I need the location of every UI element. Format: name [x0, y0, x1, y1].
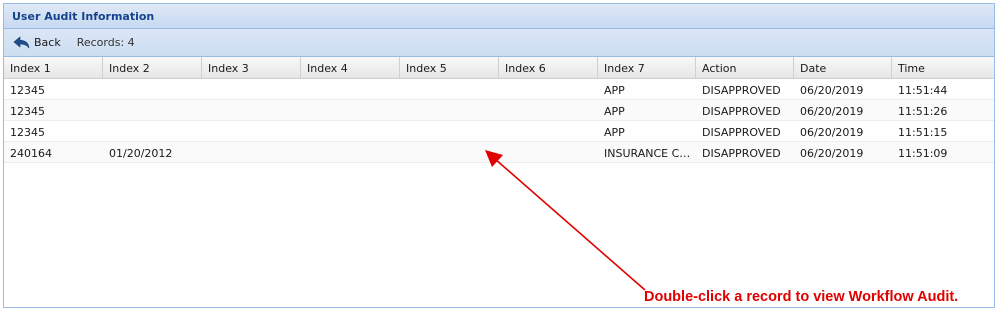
- table-cell: APP: [604, 126, 625, 139]
- table-cell: [400, 100, 499, 120]
- table-cell: [400, 121, 499, 141]
- annotation-text: Double-click a record to view Workflow A…: [644, 289, 959, 305]
- table-cell: APP: [604, 105, 625, 118]
- table-cell: [202, 79, 301, 99]
- column-header-index-2[interactable]: Index 2: [103, 57, 202, 78]
- table-cell: 12345: [10, 84, 45, 97]
- column-header-index-5[interactable]: Index 5: [400, 57, 499, 78]
- table-cell: [499, 121, 598, 141]
- table-row[interactable]: 12345 APP DISAPPROVED 06/20/2019 11:51:4…: [4, 79, 994, 100]
- table-cell: 06/20/2019: [800, 105, 864, 118]
- table-cell: APP: [604, 84, 625, 97]
- table-cell: [400, 79, 499, 99]
- grid-header: Index 1 Index 2 Index 3 Index 4 Index 5 …: [4, 57, 994, 79]
- user-audit-panel: User Audit Information Back Records: 4 I…: [3, 3, 995, 308]
- table-cell: [301, 79, 400, 99]
- table-cell: [202, 121, 301, 141]
- table-cell: [202, 142, 301, 162]
- back-button[interactable]: Back: [10, 34, 64, 51]
- toolbar: Back Records: 4: [4, 29, 994, 57]
- table-cell: 11:51:09: [898, 147, 948, 160]
- table-cell: 01/20/2012: [109, 147, 173, 160]
- column-header-time[interactable]: Time: [892, 57, 990, 78]
- table-row[interactable]: 240164 01/20/2012 INSURANCE CA... DISAPP…: [4, 142, 994, 163]
- table-cell: 06/20/2019: [800, 147, 864, 160]
- table-cell: INSURANCE CA...: [604, 147, 696, 160]
- column-header-index-1[interactable]: Index 1: [4, 57, 103, 78]
- table-cell: 11:51:26: [898, 105, 948, 118]
- table-cell: [499, 100, 598, 120]
- table-cell: [301, 100, 400, 120]
- table-cell: [103, 100, 202, 120]
- column-header-index-4[interactable]: Index 4: [301, 57, 400, 78]
- table-cell: [103, 79, 202, 99]
- column-header-date[interactable]: Date: [794, 57, 892, 78]
- back-label: Back: [34, 36, 61, 49]
- table-cell: [103, 121, 202, 141]
- table-row[interactable]: 12345 APP DISAPPROVED 06/20/2019 11:51:2…: [4, 100, 994, 121]
- back-arrow-icon: [13, 36, 30, 49]
- panel-title: User Audit Information: [4, 4, 994, 29]
- grid-body: 12345 APP DISAPPROVED 06/20/2019 11:51:4…: [4, 79, 994, 163]
- table-cell: DISAPPROVED: [702, 105, 781, 118]
- table-cell: DISAPPROVED: [702, 84, 781, 97]
- table-cell: 240164: [10, 147, 52, 160]
- table-cell: [202, 100, 301, 120]
- column-header-index-7[interactable]: Index 7: [598, 57, 696, 78]
- table-row[interactable]: 12345 APP DISAPPROVED 06/20/2019 11:51:1…: [4, 121, 994, 142]
- table-cell: DISAPPROVED: [702, 147, 781, 160]
- records-count: Records: 4: [76, 36, 135, 49]
- table-cell: 12345: [10, 105, 45, 118]
- table-cell: DISAPPROVED: [702, 126, 781, 139]
- column-header-index-6[interactable]: Index 6: [499, 57, 598, 78]
- table-cell: 06/20/2019: [800, 84, 864, 97]
- table-cell: 06/20/2019: [800, 126, 864, 139]
- table-cell: [499, 79, 598, 99]
- table-cell: [301, 121, 400, 141]
- table-cell: [301, 142, 400, 162]
- table-cell: 12345: [10, 126, 45, 139]
- column-header-action[interactable]: Action: [696, 57, 794, 78]
- table-cell: [400, 142, 499, 162]
- table-cell: 11:51:15: [898, 126, 948, 139]
- column-header-index-3[interactable]: Index 3: [202, 57, 301, 78]
- table-cell: [499, 142, 598, 162]
- table-cell: 11:51:44: [898, 84, 948, 97]
